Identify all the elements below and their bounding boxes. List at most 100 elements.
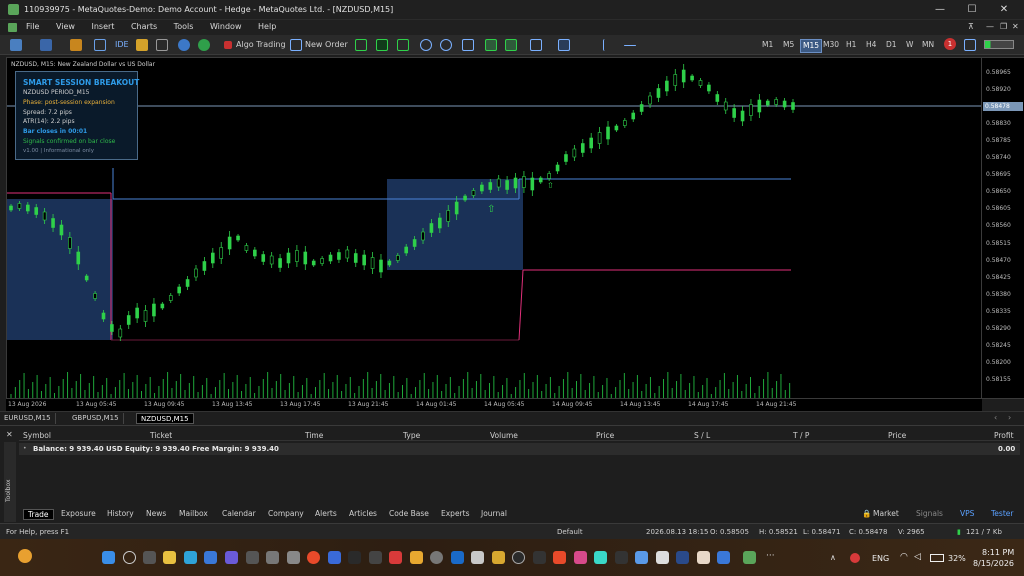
- tf-m15[interactable]: M15: [800, 39, 823, 53]
- volume-icon[interactable]: ◁: [914, 552, 921, 562]
- menu-tools[interactable]: Tools: [174, 22, 194, 31]
- signals-icon[interactable]: [156, 39, 168, 51]
- new-order-button[interactable]: New Order: [305, 38, 348, 52]
- menu-help[interactable]: Help: [258, 22, 276, 31]
- app-icon-22[interactable]: [717, 551, 730, 564]
- market-watch-icon[interactable]: [70, 39, 82, 51]
- col-type[interactable]: Type: [403, 431, 420, 440]
- app-icon-2[interactable]: [246, 551, 259, 564]
- vertical-line-icon[interactable]: [603, 39, 615, 51]
- search-icon[interactable]: [123, 551, 136, 564]
- price-axis[interactable]: 0.589650.589200.588750.588300.587850.587…: [982, 57, 1024, 399]
- lock-icon[interactable]: [136, 39, 148, 51]
- tab-trade[interactable]: Trade: [23, 509, 54, 520]
- chart-properties-icon[interactable]: [964, 39, 976, 51]
- price-chart[interactable]: ⇧ ⇧ NZDUSD, M15: New Zealand Dollar vs US…: [6, 57, 982, 399]
- app-icon-15[interactable]: [574, 551, 587, 564]
- tab-journal[interactable]: Journal: [477, 509, 511, 518]
- app-icon-7[interactable]: [369, 551, 382, 564]
- col-current-price[interactable]: Price: [888, 431, 906, 440]
- menu-insert[interactable]: Insert: [91, 22, 114, 31]
- tf-mn[interactable]: MN: [920, 39, 936, 51]
- app-icon-14[interactable]: [553, 551, 566, 564]
- menu-minimize-icon[interactable]: ⊼: [968, 22, 974, 31]
- app-icon-6[interactable]: [348, 551, 361, 564]
- indicators-icon[interactable]: [530, 39, 542, 51]
- vps-icon[interactable]: [198, 39, 210, 51]
- col-price[interactable]: Price: [596, 431, 614, 440]
- chrome-icon[interactable]: [307, 551, 320, 564]
- col-time[interactable]: Time: [305, 431, 323, 440]
- tf-w[interactable]: W: [904, 39, 915, 51]
- toolbox-close-icon[interactable]: ✕: [6, 430, 13, 439]
- close-button[interactable]: ✕: [994, 3, 1014, 17]
- col-volume[interactable]: Volume: [490, 431, 518, 440]
- tf-m1[interactable]: M1: [760, 39, 775, 51]
- metatrader-taskbar-icon[interactable]: [743, 551, 756, 564]
- tray-app-icon[interactable]: [850, 553, 860, 563]
- app-icon-10[interactable]: [471, 551, 484, 564]
- menu-window[interactable]: Window: [210, 22, 242, 31]
- cloud-icon[interactable]: [178, 39, 190, 51]
- zoom-in-icon[interactable]: [420, 39, 432, 51]
- algo-trading-icon[interactable]: [224, 41, 232, 49]
- col-symbol[interactable]: Symbol: [23, 431, 51, 440]
- tab-experts[interactable]: Experts: [437, 509, 473, 518]
- new-order-icon[interactable]: [290, 39, 302, 51]
- col-sl[interactable]: S / L: [694, 431, 710, 440]
- cursor-icon[interactable]: [558, 39, 570, 51]
- tf-h4[interactable]: H4: [864, 39, 878, 51]
- fibonacci-icon[interactable]: [686, 39, 698, 51]
- menu-close-icon[interactable]: ✕: [1012, 22, 1019, 31]
- chart-shift-icon[interactable]: [485, 39, 497, 51]
- tab-history[interactable]: History: [103, 509, 138, 518]
- battery-icon[interactable]: [930, 554, 944, 562]
- ide-button[interactable]: IDE: [115, 38, 129, 52]
- new-chart-icon[interactable]: [10, 39, 22, 51]
- crosshair-icon[interactable]: [578, 39, 590, 51]
- menu-view[interactable]: View: [56, 22, 75, 31]
- edge-icon[interactable]: [184, 551, 197, 564]
- minimize-button[interactable]: —: [930, 3, 950, 17]
- maximize-button[interactable]: ☐: [962, 3, 982, 17]
- menu-restore-icon-2[interactable]: ❐: [1000, 22, 1007, 31]
- app-icon-8[interactable]: [410, 551, 423, 564]
- tf-m5[interactable]: M5: [781, 39, 796, 51]
- app-icon-16[interactable]: [594, 551, 607, 564]
- shapes-icon[interactable]: [727, 39, 739, 51]
- app-icon-17[interactable]: [615, 551, 628, 564]
- tab-news[interactable]: News: [142, 509, 170, 518]
- more-apps-icon[interactable]: ···: [766, 551, 775, 561]
- tf-d1[interactable]: D1: [884, 39, 899, 51]
- col-ticket[interactable]: Ticket: [150, 431, 172, 440]
- tab-mailbox[interactable]: Mailbox: [175, 509, 212, 518]
- tab-scroll-left-icon[interactable]: ‹: [994, 413, 997, 422]
- time-axis[interactable]: 13 Aug 2026 13 Aug 05:45 13 Aug 09:45 13 Au…: [6, 399, 982, 411]
- tile-windows-icon[interactable]: [462, 39, 474, 51]
- tab-scroll-right-icon[interactable]: ›: [1008, 413, 1011, 422]
- linkedin-icon[interactable]: [451, 551, 464, 564]
- profiles-icon[interactable]: [40, 39, 52, 51]
- status-profile[interactable]: Default: [557, 528, 583, 536]
- start-icon[interactable]: [102, 551, 115, 564]
- app-icon-12[interactable]: [512, 551, 525, 564]
- text-icon[interactable]: [706, 39, 718, 51]
- language-indicator[interactable]: ENG: [872, 554, 889, 563]
- horizontal-line-icon[interactable]: [624, 45, 636, 46]
- tf-h1[interactable]: H1: [844, 39, 858, 51]
- app-icon-1[interactable]: [225, 551, 238, 564]
- app-icon-20[interactable]: [676, 551, 689, 564]
- tester-link[interactable]: Tester: [987, 509, 1017, 518]
- balance-row[interactable]: • Balance: 9 939.40 USD Equity: 9 939.40…: [19, 443, 1020, 455]
- task-view-icon[interactable]: [143, 551, 156, 564]
- notifications-badge[interactable]: 1: [944, 38, 956, 50]
- col-profit[interactable]: Profit: [994, 431, 1014, 440]
- file-explorer-icon[interactable]: [163, 551, 176, 564]
- wifi-icon[interactable]: ◠: [900, 552, 908, 562]
- tf-m30[interactable]: M30: [821, 39, 841, 51]
- trendline-icon[interactable]: [645, 39, 657, 51]
- channel-icon[interactable]: [665, 39, 677, 51]
- menu-restore-icon[interactable]: —: [986, 22, 994, 31]
- vps-link[interactable]: VPS: [956, 509, 978, 518]
- zoom-out-icon[interactable]: [440, 39, 452, 51]
